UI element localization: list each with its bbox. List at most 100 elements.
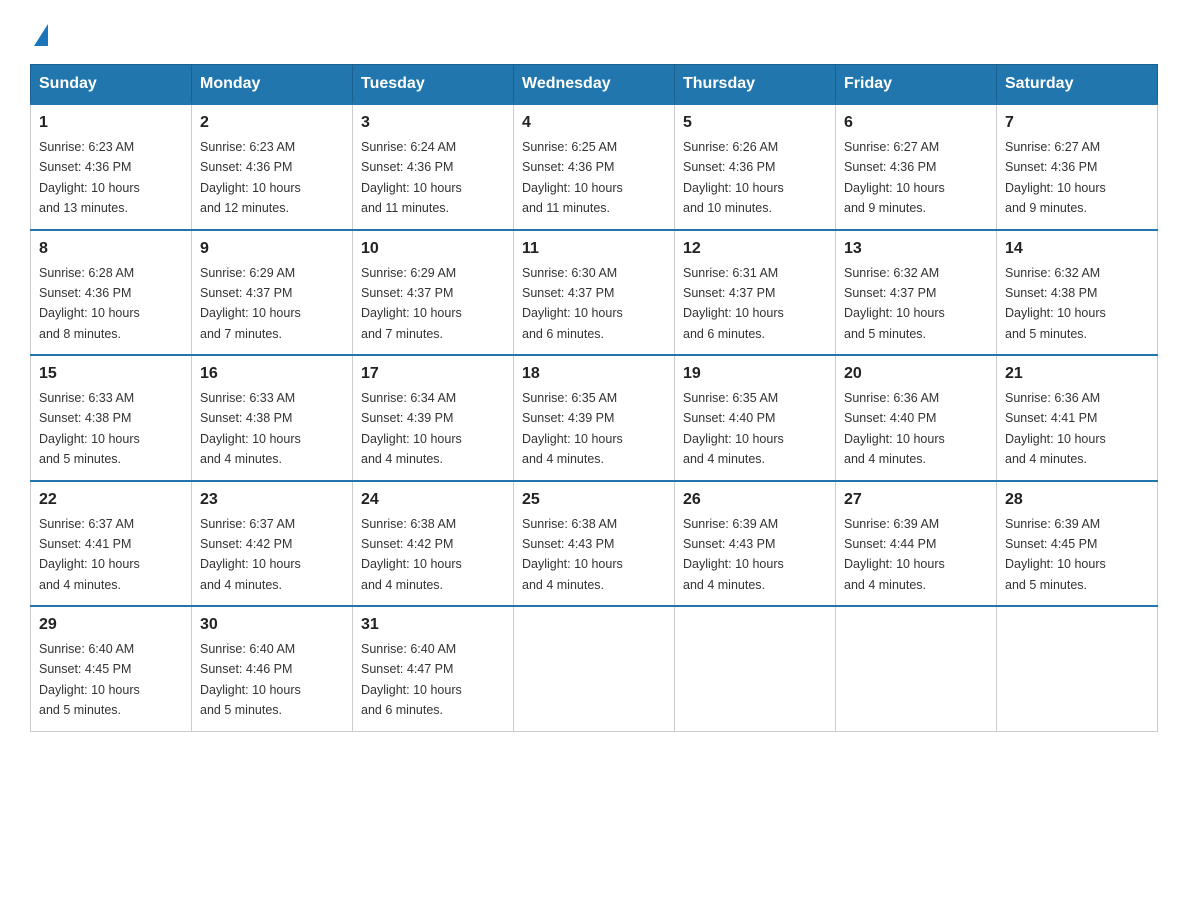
day-number: 29 bbox=[39, 613, 183, 637]
day-number: 31 bbox=[361, 613, 505, 637]
header-row: SundayMondayTuesdayWednesdayThursdayFrid… bbox=[31, 65, 1158, 105]
day-info: Sunrise: 6:40 AMSunset: 4:45 PMDaylight:… bbox=[39, 642, 140, 717]
week-row-2: 8 Sunrise: 6:28 AMSunset: 4:36 PMDaylight… bbox=[31, 230, 1158, 356]
day-number: 13 bbox=[844, 237, 988, 261]
day-info: Sunrise: 6:29 AMSunset: 4:37 PMDaylight:… bbox=[361, 266, 462, 341]
day-number: 12 bbox=[683, 237, 827, 261]
calendar-cell: 11Sunrise: 6:30 AMSunset: 4:37 PMDayligh… bbox=[514, 230, 675, 356]
calendar-cell: 1 Sunrise: 6:23 AMSunset: 4:36 PMDaylight… bbox=[31, 104, 192, 230]
page-header bbox=[30, 20, 1158, 44]
calendar-cell: 24 Sunrise: 6:38 AMSunset: 4:42 PMDayligh… bbox=[353, 481, 514, 607]
day-number: 23 bbox=[200, 488, 344, 512]
day-info: Sunrise: 6:39 AMSunset: 4:43 PMDaylight:… bbox=[683, 517, 784, 592]
day-info: Sunrise: 6:38 AMSunset: 4:42 PMDaylight:… bbox=[361, 517, 462, 592]
calendar-cell: 26 Sunrise: 6:39 AMSunset: 4:43 PMDayligh… bbox=[675, 481, 836, 607]
day-number: 26 bbox=[683, 488, 827, 512]
day-info: Sunrise: 6:32 AMSunset: 4:37 PMDaylight:… bbox=[844, 266, 945, 341]
day-number: 3 bbox=[361, 111, 505, 135]
day-info: Sunrise: 6:23 AMSunset: 4:36 PMDaylight:… bbox=[39, 140, 140, 215]
day-number: 10 bbox=[361, 237, 505, 261]
calendar-cell bbox=[675, 606, 836, 731]
calendar-cell: 14 Sunrise: 6:32 AMSunset: 4:38 PMDayligh… bbox=[997, 230, 1158, 356]
day-number: 30 bbox=[200, 613, 344, 637]
day-info: Sunrise: 6:27 AMSunset: 4:36 PMDaylight:… bbox=[844, 140, 945, 215]
day-info: Sunrise: 6:40 AMSunset: 4:47 PMDaylight:… bbox=[361, 642, 462, 717]
calendar-table: SundayMondayTuesdayWednesdayThursdayFrid… bbox=[30, 64, 1158, 732]
week-row-3: 15 Sunrise: 6:33 AMSunset: 4:38 PMDayligh… bbox=[31, 355, 1158, 481]
calendar-cell: 2 Sunrise: 6:23 AMSunset: 4:36 PMDaylight… bbox=[192, 104, 353, 230]
day-info: Sunrise: 6:39 AMSunset: 4:45 PMDaylight:… bbox=[1005, 517, 1106, 592]
day-number: 22 bbox=[39, 488, 183, 512]
calendar-cell: 10 Sunrise: 6:29 AMSunset: 4:37 PMDayligh… bbox=[353, 230, 514, 356]
logo-triangle-icon bbox=[34, 24, 48, 46]
calendar-cell: 23 Sunrise: 6:37 AMSunset: 4:42 PMDayligh… bbox=[192, 481, 353, 607]
day-number: 27 bbox=[844, 488, 988, 512]
week-row-1: 1 Sunrise: 6:23 AMSunset: 4:36 PMDaylight… bbox=[31, 104, 1158, 230]
calendar-cell: 12 Sunrise: 6:31 AMSunset: 4:37 PMDayligh… bbox=[675, 230, 836, 356]
week-row-5: 29 Sunrise: 6:40 AMSunset: 4:45 PMDayligh… bbox=[31, 606, 1158, 731]
week-row-4: 22 Sunrise: 6:37 AMSunset: 4:41 PMDayligh… bbox=[31, 481, 1158, 607]
calendar-cell: 20Sunrise: 6:36 AMSunset: 4:40 PMDayligh… bbox=[836, 355, 997, 481]
day-number: 11 bbox=[522, 237, 666, 261]
day-number: 8 bbox=[39, 237, 183, 261]
calendar-cell bbox=[514, 606, 675, 731]
calendar-header: SundayMondayTuesdayWednesdayThursdayFrid… bbox=[31, 65, 1158, 105]
day-info: Sunrise: 6:34 AMSunset: 4:39 PMDaylight:… bbox=[361, 391, 462, 466]
header-saturday: Saturday bbox=[997, 65, 1158, 105]
calendar-cell: 17 Sunrise: 6:34 AMSunset: 4:39 PMDayligh… bbox=[353, 355, 514, 481]
header-wednesday: Wednesday bbox=[514, 65, 675, 105]
day-info: Sunrise: 6:27 AMSunset: 4:36 PMDaylight:… bbox=[1005, 140, 1106, 215]
day-number: 15 bbox=[39, 362, 183, 386]
day-number: 2 bbox=[200, 111, 344, 135]
day-info: Sunrise: 6:24 AMSunset: 4:36 PMDaylight:… bbox=[361, 140, 462, 215]
day-number: 4 bbox=[522, 111, 666, 135]
day-number: 5 bbox=[683, 111, 827, 135]
day-info: Sunrise: 6:26 AMSunset: 4:36 PMDaylight:… bbox=[683, 140, 784, 215]
day-info: Sunrise: 6:25 AMSunset: 4:36 PMDaylight:… bbox=[522, 140, 623, 215]
day-number: 19 bbox=[683, 362, 827, 386]
day-number: 18 bbox=[522, 362, 666, 386]
day-number: 6 bbox=[844, 111, 988, 135]
day-number: 21 bbox=[1005, 362, 1149, 386]
day-info: Sunrise: 6:35 AMSunset: 4:39 PMDaylight:… bbox=[522, 391, 623, 466]
day-number: 17 bbox=[361, 362, 505, 386]
day-info: Sunrise: 6:37 AMSunset: 4:42 PMDaylight:… bbox=[200, 517, 301, 592]
day-info: Sunrise: 6:28 AMSunset: 4:36 PMDaylight:… bbox=[39, 266, 140, 341]
day-number: 7 bbox=[1005, 111, 1149, 135]
day-info: Sunrise: 6:38 AMSunset: 4:43 PMDaylight:… bbox=[522, 517, 623, 592]
calendar-cell: 4 Sunrise: 6:25 AMSunset: 4:36 PMDaylight… bbox=[514, 104, 675, 230]
calendar-cell: 19Sunrise: 6:35 AMSunset: 4:40 PMDayligh… bbox=[675, 355, 836, 481]
header-sunday: Sunday bbox=[31, 65, 192, 105]
calendar-cell: 25 Sunrise: 6:38 AMSunset: 4:43 PMDayligh… bbox=[514, 481, 675, 607]
calendar-cell: 18 Sunrise: 6:35 AMSunset: 4:39 PMDayligh… bbox=[514, 355, 675, 481]
calendar-cell: 3 Sunrise: 6:24 AMSunset: 4:36 PMDaylight… bbox=[353, 104, 514, 230]
day-info: Sunrise: 6:33 AMSunset: 4:38 PMDaylight:… bbox=[200, 391, 301, 466]
day-info: Sunrise: 6:37 AMSunset: 4:41 PMDaylight:… bbox=[39, 517, 140, 592]
day-info: Sunrise: 6:32 AMSunset: 4:38 PMDaylight:… bbox=[1005, 266, 1106, 341]
header-thursday: Thursday bbox=[675, 65, 836, 105]
day-number: 25 bbox=[522, 488, 666, 512]
header-friday: Friday bbox=[836, 65, 997, 105]
header-tuesday: Tuesday bbox=[353, 65, 514, 105]
day-number: 1 bbox=[39, 111, 183, 135]
day-number: 16 bbox=[200, 362, 344, 386]
calendar-cell: 7 Sunrise: 6:27 AMSunset: 4:36 PMDaylight… bbox=[997, 104, 1158, 230]
logo bbox=[30, 20, 48, 44]
calendar-cell: 6 Sunrise: 6:27 AMSunset: 4:36 PMDaylight… bbox=[836, 104, 997, 230]
day-number: 14 bbox=[1005, 237, 1149, 261]
calendar-cell: 15 Sunrise: 6:33 AMSunset: 4:38 PMDayligh… bbox=[31, 355, 192, 481]
day-info: Sunrise: 6:31 AMSunset: 4:37 PMDaylight:… bbox=[683, 266, 784, 341]
calendar-cell: 16 Sunrise: 6:33 AMSunset: 4:38 PMDayligh… bbox=[192, 355, 353, 481]
calendar-cell: 9 Sunrise: 6:29 AMSunset: 4:37 PMDaylight… bbox=[192, 230, 353, 356]
day-info: Sunrise: 6:23 AMSunset: 4:36 PMDaylight:… bbox=[200, 140, 301, 215]
day-info: Sunrise: 6:39 AMSunset: 4:44 PMDaylight:… bbox=[844, 517, 945, 592]
day-number: 28 bbox=[1005, 488, 1149, 512]
day-info: Sunrise: 6:29 AMSunset: 4:37 PMDaylight:… bbox=[200, 266, 301, 341]
calendar-cell: 21 Sunrise: 6:36 AMSunset: 4:41 PMDayligh… bbox=[997, 355, 1158, 481]
calendar-cell: 8 Sunrise: 6:28 AMSunset: 4:36 PMDaylight… bbox=[31, 230, 192, 356]
calendar-cell: 5 Sunrise: 6:26 AMSunset: 4:36 PMDaylight… bbox=[675, 104, 836, 230]
day-number: 9 bbox=[200, 237, 344, 261]
day-number: 24 bbox=[361, 488, 505, 512]
day-info: Sunrise: 6:33 AMSunset: 4:38 PMDaylight:… bbox=[39, 391, 140, 466]
day-info: Sunrise: 6:36 AMSunset: 4:41 PMDaylight:… bbox=[1005, 391, 1106, 466]
